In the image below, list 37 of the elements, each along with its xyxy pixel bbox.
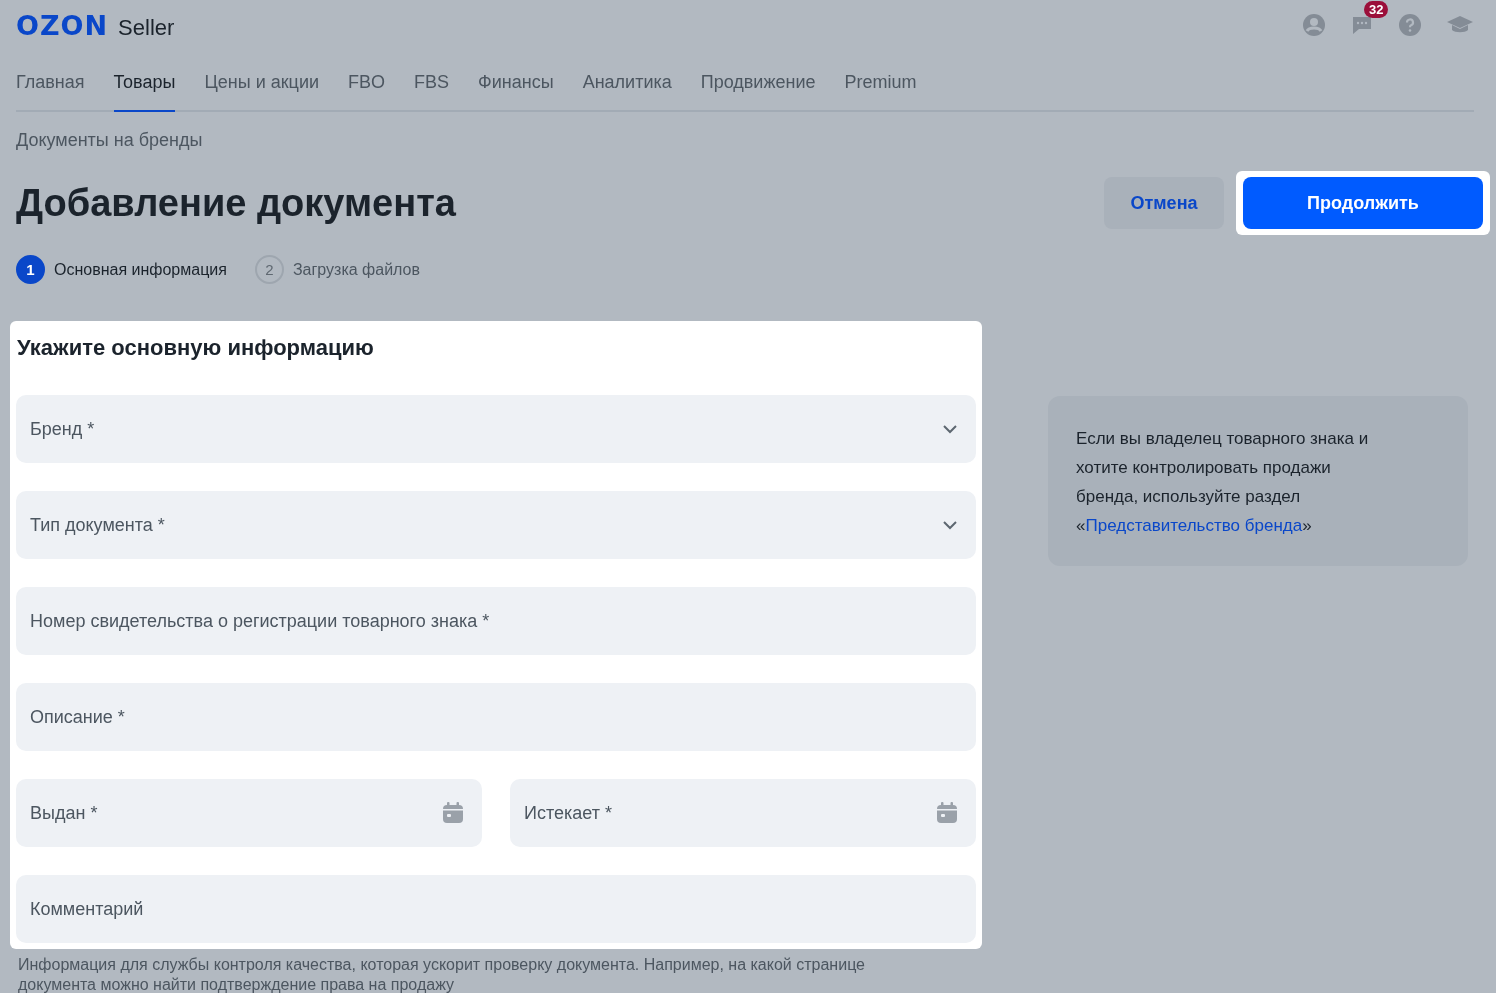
notification-badge: 32 (1364, 1, 1389, 18)
chevron-down-icon (942, 520, 958, 530)
nav-tab[interactable]: Товары (113, 50, 176, 112)
input-field[interactable]: Бренд * (16, 395, 976, 463)
input-field[interactable]: Истекает * (510, 779, 976, 847)
nav-tab[interactable]: Финансы (478, 50, 554, 112)
info-text: Если вы владелец товарного знака и хотите контролировать продажи бренда, используйте раздел «Представительство бренда» (1076, 428, 1370, 537)
input-field[interactable]: Комментарий (16, 875, 976, 943)
step-label[interactable]: Основная информация (54, 260, 227, 279)
calendar-icon (936, 802, 958, 824)
nav-tab[interactable]: Цены и акции (204, 50, 319, 112)
continue-button[interactable]: Продолжить (1243, 177, 1483, 229)
nav-tab[interactable]: Продвижение (700, 50, 816, 112)
nav-tab[interactable]: Аналитика (582, 50, 672, 112)
logo[interactable]: OZON (16, 9, 109, 41)
nav-tab[interactable]: FBO (348, 50, 386, 112)
breadcrumb-link[interactable]: Документы на бренды (16, 130, 1474, 151)
profile-icon[interactable] (1302, 13, 1326, 37)
nav-tab[interactable]: Главная (16, 50, 85, 112)
chevron-down-icon (942, 424, 958, 434)
calendar-icon (442, 802, 464, 824)
step-number: 1 (16, 255, 45, 284)
input-field[interactable]: Тип документа * (16, 491, 976, 559)
input-field[interactable]: Номер свидетельства о регистрации товарного знака * (16, 587, 976, 655)
brand-representation-link[interactable]: Представительство бренда (1085, 516, 1303, 535)
product-name: Seller (118, 14, 175, 41)
cancel-button[interactable]: Отмена (1104, 177, 1224, 229)
nav-tab[interactable]: Premium (844, 50, 917, 112)
page-title: Добавление документа (16, 181, 456, 225)
help-icon[interactable] (1398, 13, 1422, 37)
form-title: Укажите основную информацию (17, 335, 375, 361)
comment-hint: Информация для службы контроля качества, которая ускорит проверку документа. Например, на какой странице документа можно найти подтверждение права на продажу (18, 955, 866, 993)
input-field[interactable]: Выдан * (16, 779, 482, 847)
step-number: 2 (254, 255, 284, 284)
input-field[interactable]: Описание * (16, 683, 976, 751)
step-label[interactable]: Загрузка файлов (292, 260, 420, 279)
nav-tab[interactable]: FBS (414, 50, 450, 112)
